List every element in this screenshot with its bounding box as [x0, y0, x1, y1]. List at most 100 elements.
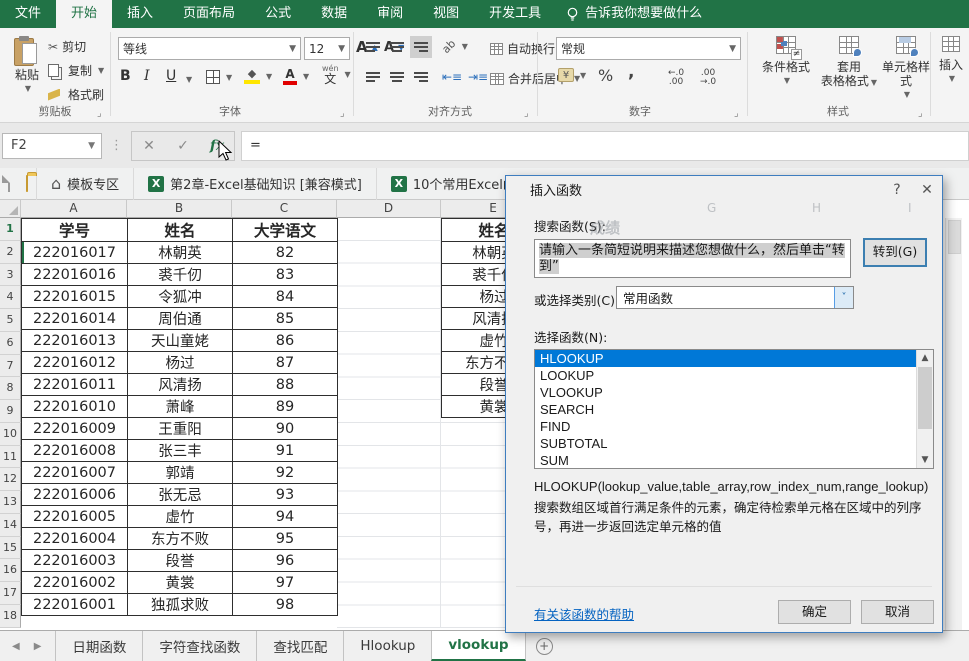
clipboard-dialog-launcher[interactable]: ⌟: [97, 108, 102, 119]
increase-decimal-button[interactable]: ←.0.00: [668, 69, 684, 87]
student-name-cell[interactable]: 林朝英: [128, 242, 233, 264]
vertical-scrollbar[interactable]: [945, 218, 962, 630]
name-box[interactable]: F2 ▼: [2, 133, 102, 159]
dialog-help-button[interactable]: ?: [882, 182, 912, 198]
row-header[interactable]: 8: [0, 377, 21, 400]
scroll-up-icon[interactable]: ▲: [917, 350, 933, 366]
comma-button[interactable]: ,: [628, 62, 634, 82]
student-name-cell[interactable]: 独孤求败: [128, 594, 233, 616]
cut-button[interactable]: ✂剪切: [48, 38, 86, 55]
insert-cells-button[interactable]: 插入 ▼: [936, 36, 966, 86]
font-name-combo[interactable]: 等线▼: [118, 37, 301, 60]
dialog-close-button[interactable]: ✕: [912, 182, 942, 198]
sheet-tab[interactable]: vlookup: [431, 631, 525, 661]
row-header[interactable]: 13: [0, 491, 21, 514]
score-cell[interactable]: 84: [233, 286, 338, 308]
function-list-item[interactable]: FIND: [535, 418, 916, 435]
row-header[interactable]: 3: [0, 264, 21, 287]
student-name-cell[interactable]: 黄裳: [128, 572, 233, 594]
score-cell[interactable]: 94: [233, 506, 338, 528]
font-dialog-launcher[interactable]: ⌟: [340, 108, 345, 119]
currency-button[interactable]: ¥▼: [558, 68, 586, 82]
orientation-button[interactable]: ab▼: [442, 40, 468, 53]
align-center-button[interactable]: [386, 66, 408, 88]
student-id-cell[interactable]: 222016006: [22, 484, 128, 506]
row-header[interactable]: 10: [0, 423, 21, 446]
scrollbar-thumb[interactable]: [948, 220, 961, 254]
phonetic-button[interactable]: wén文 ▼: [322, 64, 351, 84]
cell-styles-button[interactable]: 单元格样式 ▼: [880, 36, 932, 102]
bold-button[interactable]: B: [120, 68, 131, 84]
menu-tab[interactable]: 数据: [306, 0, 362, 28]
student-name-cell[interactable]: 周伯通: [128, 308, 233, 330]
score-cell[interactable]: 97: [233, 572, 338, 594]
number-format-combo[interactable]: 常规▼: [556, 37, 741, 60]
student-id-cell[interactable]: 222016008: [22, 440, 128, 462]
function-list-item[interactable]: HLOOKUP: [535, 350, 916, 367]
cancel-button[interactable]: 取消: [861, 600, 934, 624]
fill-color-button[interactable]: ◆▼: [244, 68, 272, 84]
category-dropdown-arrow-icon[interactable]: ˅: [834, 287, 853, 308]
sheet-tab[interactable]: 查找匹配: [256, 631, 343, 661]
row-header[interactable]: 18: [0, 605, 21, 628]
scroll-down-icon[interactable]: ▼: [917, 452, 933, 468]
column-header-d[interactable]: D: [337, 200, 441, 218]
score-cell[interactable]: 96: [233, 550, 338, 572]
styles-dialog-launcher[interactable]: ⌟: [918, 108, 923, 119]
student-name-cell[interactable]: 东方不败: [128, 528, 233, 550]
score-cell[interactable]: 89: [233, 396, 338, 418]
alignment-dialog-launcher[interactable]: ⌟: [524, 108, 529, 119]
row-header[interactable]: 12: [0, 468, 21, 491]
align-middle-button[interactable]: [386, 36, 408, 58]
student-id-cell[interactable]: 222016013: [22, 330, 128, 352]
student-id-cell[interactable]: 222016011: [22, 374, 128, 396]
next-sheet-icon[interactable]: ▶: [34, 641, 42, 652]
student-id-cell[interactable]: 222016010: [22, 396, 128, 418]
student-name-cell[interactable]: 郭靖: [128, 462, 233, 484]
student-id-cell[interactable]: 222016001: [22, 594, 128, 616]
menu-tab[interactable]: 开发工具: [474, 0, 556, 28]
ok-button[interactable]: 确定: [778, 600, 851, 624]
row-header[interactable]: 11: [0, 446, 21, 469]
student-name-cell[interactable]: 段誉: [128, 550, 233, 572]
menu-tab[interactable]: 审阅: [362, 0, 418, 28]
row-header[interactable]: 6: [0, 332, 21, 355]
cell-a1[interactable]: 学号: [22, 219, 128, 242]
align-bottom-button[interactable]: [410, 36, 432, 58]
student-name-cell[interactable]: 张无忌: [128, 484, 233, 506]
copy-button[interactable]: 复制▼: [48, 62, 104, 79]
score-cell[interactable]: 83: [233, 264, 338, 286]
sheet-tab[interactable]: 字符查找函数: [142, 631, 256, 661]
student-id-cell[interactable]: 222016004: [22, 528, 128, 550]
score-cell[interactable]: 85: [233, 308, 338, 330]
student-name-cell[interactable]: 风清扬: [128, 374, 233, 396]
increase-indent-button[interactable]: ⇥≡: [468, 70, 488, 84]
function-list-item[interactable]: VLOOKUP: [535, 384, 916, 401]
row-header[interactable]: 16: [0, 559, 21, 582]
insert-function-button[interactable]: fx: [200, 138, 234, 154]
student-id-cell[interactable]: 222016017: [22, 242, 128, 264]
align-right-button[interactable]: [410, 66, 432, 88]
score-cell[interactable]: 82: [233, 242, 338, 264]
column-header-a[interactable]: A: [21, 200, 127, 218]
score-cell[interactable]: 88: [233, 374, 338, 396]
new-sheet-button[interactable]: +: [536, 631, 553, 661]
wrap-text-button[interactable]: 自动换行: [490, 40, 555, 57]
format-as-table-button[interactable]: 套用 表格格式▼: [820, 36, 878, 90]
cell-c1[interactable]: 大学语文: [233, 219, 338, 242]
select-all-corner[interactable]: [0, 200, 21, 218]
row-header[interactable]: 17: [0, 582, 21, 605]
student-name-cell[interactable]: 张三丰: [128, 440, 233, 462]
row-header[interactable]: 2: [0, 241, 21, 264]
score-cell[interactable]: 87: [233, 352, 338, 374]
font-size-combo[interactable]: 12▼: [304, 37, 350, 60]
function-list-item[interactable]: SUM: [535, 452, 916, 468]
search-function-input[interactable]: 请输入一条简短说明来描述您想做什么，然后单击“转到”: [534, 239, 851, 278]
student-id-cell[interactable]: 222016015: [22, 286, 128, 308]
doc-tab-template-zone[interactable]: ⌂ 模板专区: [36, 168, 133, 200]
student-name-cell[interactable]: 裘千仞: [128, 264, 233, 286]
column-header-c[interactable]: C: [232, 200, 337, 218]
function-help-link[interactable]: 有关该函数的帮助: [534, 604, 634, 623]
student-name-cell[interactable]: 王重阳: [128, 418, 233, 440]
student-id-cell[interactable]: 222016002: [22, 572, 128, 594]
